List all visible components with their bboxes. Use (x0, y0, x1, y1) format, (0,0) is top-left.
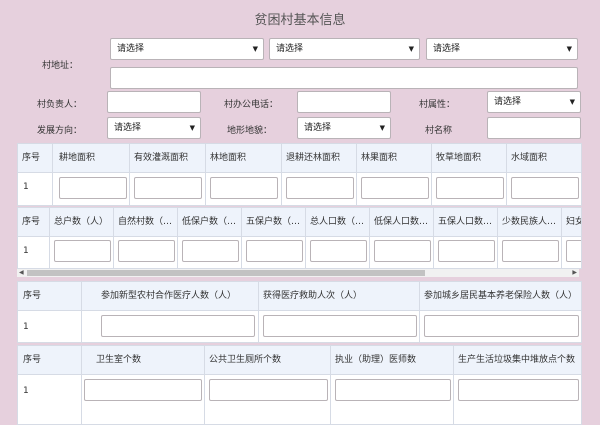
header-irrigated-area: 有效灌溉面积 (134, 153, 189, 163)
city-select-value: 请选择 (276, 44, 304, 54)
header-reforestation-area: 退耕还林面积 (286, 153, 341, 163)
minority-population-input[interactable] (502, 240, 559, 262)
header-five-guarantee-households: 五保户数（… (246, 217, 301, 227)
header-index: 序号 (23, 355, 42, 365)
village-address-label: 村地址： (42, 61, 79, 71)
caret-right-icon[interactable]: ▶ (572, 269, 577, 277)
land-area-table: 序号 耕地面积 有效灌溉面积 林地面积 退耕还林面积 林果面积 牧草地面积 水域… (17, 143, 582, 206)
village-attribute-select[interactable]: 请选择 ▼ (487, 91, 581, 113)
header-natural-villages: 自然村数（… (118, 217, 173, 227)
office-phone-input[interactable] (297, 91, 391, 113)
rural-cooperative-medical-input[interactable] (101, 315, 255, 337)
header-minority-population: 少数民族人… (502, 217, 557, 227)
village-head-label: 村负责人： (37, 100, 83, 110)
header-water-area: 水域面积 (511, 153, 548, 163)
header-five-guarantee-population: 五保人口数… (438, 217, 493, 227)
header-garbage-points: 生产生活垃圾集中堆放点个数 (458, 355, 576, 365)
header-forest-area: 林地面积 (210, 153, 247, 163)
forest-area-input[interactable] (210, 177, 278, 199)
village-attribute-value: 请选择 (494, 97, 522, 107)
header-licensed-doctors: 执业（助理）医师数 (335, 355, 417, 365)
medical-insurance-table: 序号 参加新型农村合作医疗人数（人） 获得医疗救助人次（人） 参加城乡居民基本养… (17, 281, 582, 343)
header-rural-cooperative-medical: 参加新型农村合作医疗人数（人） (101, 291, 237, 301)
total-households-input[interactable] (54, 240, 111, 262)
header-subsistence-population: 低保人口数… (374, 217, 429, 227)
caret-down-icon: ▼ (252, 45, 258, 53)
header-medical-aid-recipients: 获得医疗救助人次（人） (263, 291, 363, 301)
clinics-count-input[interactable] (84, 379, 202, 401)
public-toilets-input[interactable] (209, 379, 328, 401)
address-detail-input[interactable] (110, 67, 578, 89)
row-index: 1 (23, 182, 29, 192)
population-table: 序号 总户数（人） 自然村数（… 低保户数（… 五保户数（… 总人口数（… 低保… (17, 207, 582, 269)
caret-down-icon: ▼ (189, 124, 195, 132)
cultivated-area-input[interactable] (59, 177, 127, 199)
village-name-input[interactable] (487, 117, 581, 139)
header-cultivated-area: 耕地面积 (59, 153, 96, 163)
row-index: 1 (23, 246, 29, 256)
grassland-area-input[interactable] (436, 177, 504, 199)
province-select-value: 请选择 (117, 44, 145, 54)
county-select-value: 请选择 (433, 44, 461, 54)
page-title: 贫困村基本信息 (254, 13, 346, 28)
header-total-population: 总人口数（… (310, 217, 365, 227)
medical-aid-recipients-input[interactable] (263, 315, 417, 337)
total-population-input[interactable] (310, 240, 367, 262)
terrain-value: 请选择 (304, 123, 332, 133)
county-select[interactable]: 请选择 ▼ (426, 38, 578, 60)
subsistence-population-input[interactable] (374, 240, 431, 262)
header-public-toilets: 公共卫生厕所个数 (209, 355, 282, 365)
pension-insured-input[interactable] (424, 315, 579, 337)
header-grassland-area: 牧草地面积 (436, 153, 482, 163)
header-orchard-area: 林果面积 (361, 153, 398, 163)
header-pension-insured: 参加城乡居民基本养老保险人数（人） (424, 291, 578, 301)
caret-down-icon: ▼ (569, 98, 575, 106)
header-index: 序号 (22, 153, 41, 163)
terrain-select[interactable]: 请选择 ▼ (297, 117, 391, 139)
village-name-label: 村名称 (425, 126, 453, 136)
header-index: 序号 (22, 217, 41, 227)
development-direction-select[interactable]: 请选择 ▼ (107, 117, 201, 139)
garbage-points-input[interactable] (458, 379, 579, 401)
subsistence-households-input[interactable] (182, 240, 239, 262)
five-guarantee-population-input[interactable] (438, 240, 495, 262)
row-index: 1 (23, 386, 29, 396)
caret-left-icon[interactable]: ◀ (19, 269, 24, 277)
development-direction-value: 请选择 (114, 123, 142, 133)
row-index: 1 (23, 322, 29, 332)
province-select[interactable]: 请选择 ▼ (110, 38, 264, 60)
office-phone-label: 村办公电话： (224, 100, 279, 110)
natural-villages-input[interactable] (118, 240, 175, 262)
header-index: 序号 (23, 291, 42, 301)
caret-down-icon: ▼ (566, 45, 572, 53)
orchard-area-input[interactable] (361, 177, 429, 199)
city-select[interactable]: 请选择 ▼ (269, 38, 420, 60)
development-direction-label: 发展方向： (37, 126, 83, 136)
terrain-label: 地形地貌： (227, 126, 273, 136)
caret-down-icon: ▼ (379, 124, 385, 132)
caret-down-icon: ▼ (408, 45, 414, 53)
five-guarantee-households-input[interactable] (246, 240, 303, 262)
header-women: 妇女 (566, 217, 581, 227)
header-subsistence-households: 低保户数（… (182, 217, 237, 227)
water-area-input[interactable] (511, 177, 579, 199)
health-facilities-table: 序号 卫生室个数 公共卫生厕所个数 执业（助理）医师数 生产生活垃圾集中堆放点个… (17, 345, 582, 425)
header-total-households: 总户数（人） (54, 217, 109, 227)
village-head-input[interactable] (107, 91, 201, 113)
horizontal-scrollbar[interactable]: ◀ ▶ (17, 269, 579, 277)
women-input[interactable] (566, 240, 581, 262)
scrollbar-thumb[interactable] (27, 270, 425, 276)
village-attribute-label: 村属性： (419, 100, 456, 110)
licensed-doctors-input[interactable] (335, 379, 451, 401)
reforestation-area-input[interactable] (286, 177, 354, 199)
header-clinics-count: 卫生室个数 (96, 355, 142, 365)
irrigated-area-input[interactable] (134, 177, 202, 199)
